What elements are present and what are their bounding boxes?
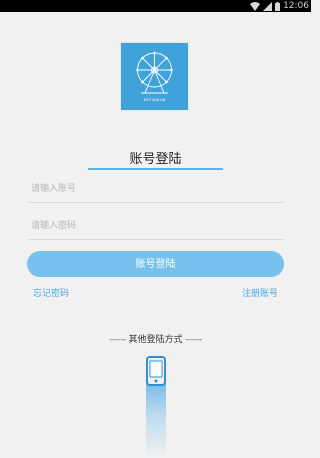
status-bar: 12:06 (0, 0, 311, 12)
divider-dashes-left: ------ (109, 335, 126, 345)
page-title: 账号登陆 (129, 152, 182, 167)
signal-icon (263, 1, 273, 11)
app-logo: MOTIANLUN (121, 43, 188, 110)
logo-caption: MOTIANLUN (143, 98, 166, 102)
divider-dashes-right: ------ (185, 335, 202, 345)
register-link[interactable]: 注册账号 (242, 286, 278, 299)
wifi-icon (250, 1, 261, 11)
status-icons: 12:06 (250, 0, 311, 12)
login-screen: 12:06 MOTIANLUN 账号登陆 请输入账号 账号登陆 忘记密码 注册账… (0, 0, 311, 458)
other-login-divider: ------ 其他登陆方式 ------ (0, 332, 311, 345)
status-time: 12:06 (283, 1, 309, 11)
other-login-label: 其他登陆方式 (128, 335, 183, 345)
battery-icon (275, 1, 281, 11)
password-input[interactable] (27, 213, 284, 239)
forgot-password-link[interactable]: 忘记密码 (33, 286, 69, 299)
password-field (27, 213, 284, 240)
login-button[interactable]: 账号登陆 (27, 251, 284, 277)
phone-icon[interactable] (146, 356, 166, 386)
phone-beam (146, 378, 166, 458)
title-underline (88, 168, 223, 170)
account-input[interactable] (27, 176, 284, 202)
account-field (27, 176, 284, 203)
